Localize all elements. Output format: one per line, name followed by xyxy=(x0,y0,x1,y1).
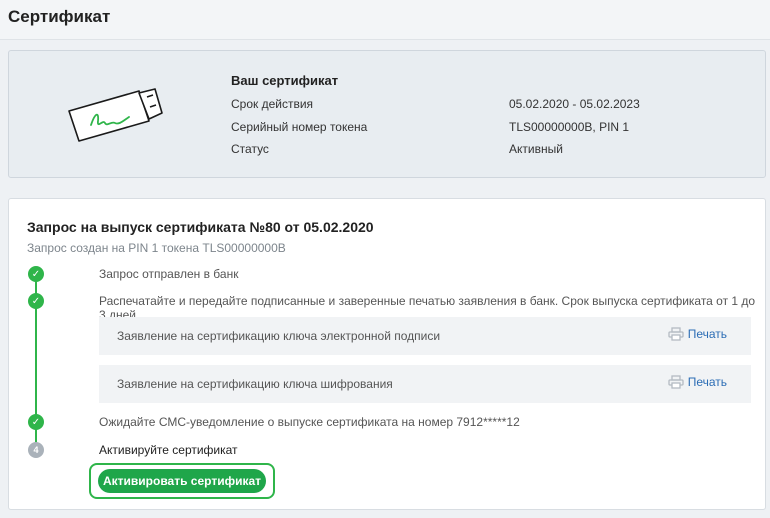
step-pending-number: 4 xyxy=(28,442,44,458)
request-title: Запрос на выпуск сертификата №80 от 05.0… xyxy=(27,219,374,235)
page-title: Сертификат xyxy=(8,7,111,26)
document-label: Заявление на сертификацию ключа электрон… xyxy=(117,329,441,343)
step-done-check-icon: ✓ xyxy=(28,266,44,282)
request-subtitle: Запрос создан на PIN 1 токена TLS0000000… xyxy=(27,241,286,255)
status-label: Статус xyxy=(231,142,269,156)
activate-certificate-button[interactable]: Активировать сертификат xyxy=(98,469,266,493)
validity-label: Срок действия xyxy=(231,97,314,111)
print-label: Печать xyxy=(687,327,727,341)
validity-value: 05.02.2020 - 05.02.2023 xyxy=(509,97,640,111)
printer-icon xyxy=(668,375,684,389)
step-done-check-icon: ✓ xyxy=(28,293,44,309)
print-label: Печать xyxy=(687,375,727,389)
step-3-text: Ожидайте СМС-уведомление о выпуске серти… xyxy=(99,415,520,429)
step-4-text: Активируйте сертификат xyxy=(99,443,238,457)
token-serial-label: Серийный номер токена xyxy=(231,120,368,134)
print-button[interactable]: Печать xyxy=(668,375,727,389)
step-done-check-icon: ✓ xyxy=(28,414,44,430)
status-value: Активный xyxy=(509,142,563,156)
request-card: Запрос на выпуск сертификата №80 от 05.0… xyxy=(8,198,766,510)
page-header: Сертификат xyxy=(0,0,770,40)
document-label: Заявление на сертификацию ключа шифрован… xyxy=(117,377,393,391)
document-row: Заявление на сертификацию ключа шифрован… xyxy=(99,365,751,403)
print-button[interactable]: Печать xyxy=(668,327,727,341)
document-row: Заявление на сертификацию ключа электрон… xyxy=(99,317,751,355)
token-serial-value: TLS00000000B, PIN 1 xyxy=(509,120,630,134)
certificate-heading: Ваш сертификат xyxy=(231,73,339,88)
usb-token-icon xyxy=(65,83,171,152)
activate-button-focus-ring: Активировать сертификат xyxy=(89,463,275,499)
certificate-card: Ваш сертификат Срок действия 05.02.2020 … xyxy=(8,50,766,178)
printer-icon xyxy=(668,327,684,341)
step-1-text: Запрос отправлен в банк xyxy=(99,267,239,281)
